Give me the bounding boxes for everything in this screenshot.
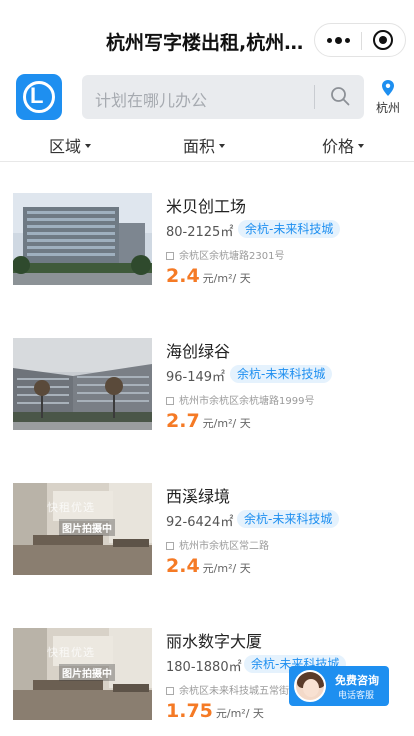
app-logo: L xyxy=(16,74,62,120)
location-selector[interactable]: 杭州 xyxy=(372,80,404,120)
listing-name: 海创绿谷 xyxy=(166,342,231,361)
filter-region[interactable]: 区域 xyxy=(49,133,92,157)
price-unit: 元/m²/ 天 xyxy=(202,272,251,285)
building-icon xyxy=(166,252,174,260)
price-value: 1.75 xyxy=(166,700,213,722)
filter-region-label: 区域 xyxy=(49,137,82,156)
watermark-brand: 快租优选 xyxy=(47,646,95,659)
price-value: 2.7 xyxy=(166,410,200,432)
listing-name: 米贝创工场 xyxy=(166,197,247,216)
listing-address-text: 杭州市余杭区余杭塘路1999号 xyxy=(179,396,315,407)
listing-area: 180-1880㎡ xyxy=(166,660,242,675)
listing-address-text: 余杭区余杭塘路2301号 xyxy=(179,251,285,262)
consult-subtitle: 电话客服 xyxy=(338,691,375,701)
title-bar: 杭州写字楼出租,杭州办公室出租 xyxy=(0,0,414,64)
listing-card[interactable]: 海创绿谷 96-149㎡ 余杭-未来科技城 杭州市余杭区余杭塘路1999号 2.… xyxy=(0,338,414,458)
caret-down-icon xyxy=(358,144,365,148)
agent-avatar xyxy=(294,670,326,702)
target-circle-icon[interactable] xyxy=(373,30,393,50)
listing-address: 杭州市余杭区余杭塘路1999号 xyxy=(166,392,314,407)
filter-price-label: 价格 xyxy=(322,137,355,156)
caret-down-icon xyxy=(219,144,226,148)
listing-photo-placeholder: 快租优选 图片拍摄中 xyxy=(13,483,152,575)
building-icon xyxy=(166,397,174,405)
listing-card[interactable]: 米贝创工场 80-2125㎡ 余杭-未来科技城 余杭区余杭塘路2301号 2.4… xyxy=(0,193,414,313)
search-box[interactable]: 计划在哪儿办公 xyxy=(82,75,364,119)
menu-capsule xyxy=(314,23,406,57)
listing-tag: 余杭-未来科技城 xyxy=(238,220,341,238)
building-icon xyxy=(166,542,174,550)
listing-area: 92-6424㎡ xyxy=(166,515,234,530)
price-unit: 元/m²/ 天 xyxy=(202,417,251,430)
listing-price: 2.4 元/m²/ 天 xyxy=(166,265,251,287)
free-consult-button[interactable]: 免费咨询 电话客服 xyxy=(289,666,389,706)
building-icon xyxy=(166,687,174,695)
listing-card[interactable]: 快租优选 图片拍摄中 西溪绿境 92-6424㎡ 余杭-未来科技城 杭州市余杭区… xyxy=(0,483,414,603)
location-pin-icon xyxy=(382,80,394,96)
price-value: 2.4 xyxy=(166,265,200,287)
listing-address-text: 余杭区未来科技城五常街道 xyxy=(179,686,299,697)
listing-name: 西溪绿境 xyxy=(166,487,231,506)
caret-down-icon xyxy=(85,144,92,148)
listing-photo-placeholder: 快租优选 图片拍摄中 xyxy=(13,628,152,720)
listing-photo xyxy=(13,338,152,430)
price-value: 2.4 xyxy=(166,555,200,577)
capsule-divider xyxy=(361,32,362,50)
filter-area[interactable]: 面积 xyxy=(183,133,226,157)
listing-tag: 余杭-未来科技城 xyxy=(237,510,340,528)
listing-tag: 余杭-未来科技城 xyxy=(230,365,333,383)
filter-area-label: 面积 xyxy=(183,137,216,156)
listing-address: 杭州市余杭区常二路 xyxy=(166,537,269,552)
watermark-brand: 快租优选 xyxy=(47,501,95,514)
listing-price: 1.75 元/m²/ 天 xyxy=(166,700,264,722)
city-label: 杭州 xyxy=(375,101,400,115)
consult-title: 免费咨询 xyxy=(335,674,379,687)
listing-address-text: 杭州市余杭区常二路 xyxy=(179,541,269,552)
more-dots-icon[interactable] xyxy=(315,24,361,56)
listing-area: 96-149㎡ xyxy=(166,370,226,385)
filter-price[interactable]: 价格 xyxy=(322,133,365,157)
watermark-status: 图片拍摄中 xyxy=(59,519,115,536)
watermark-status: 图片拍摄中 xyxy=(59,664,115,681)
listing-price: 2.4 元/m²/ 天 xyxy=(166,555,251,577)
search-input[interactable]: 计划在哪儿办公 xyxy=(95,87,207,111)
price-unit: 元/m²/ 天 xyxy=(215,707,264,720)
filter-bar: 区域 面积 价格 xyxy=(0,128,414,162)
price-unit: 元/m²/ 天 xyxy=(202,562,251,575)
listing-photo xyxy=(13,193,152,285)
page-title: 杭州写字楼出租,杭州办公室出租 xyxy=(106,32,312,54)
listing-area: 80-2125㎡ xyxy=(166,225,234,240)
listing-name: 丽水数字大厦 xyxy=(166,632,263,651)
listing-address: 余杭区未来科技城五常街道 xyxy=(166,682,299,697)
listing-price: 2.7 元/m²/ 天 xyxy=(166,410,251,432)
search-divider xyxy=(314,85,315,109)
search-icon[interactable] xyxy=(330,86,350,106)
listing-address: 余杭区余杭塘路2301号 xyxy=(166,247,284,262)
